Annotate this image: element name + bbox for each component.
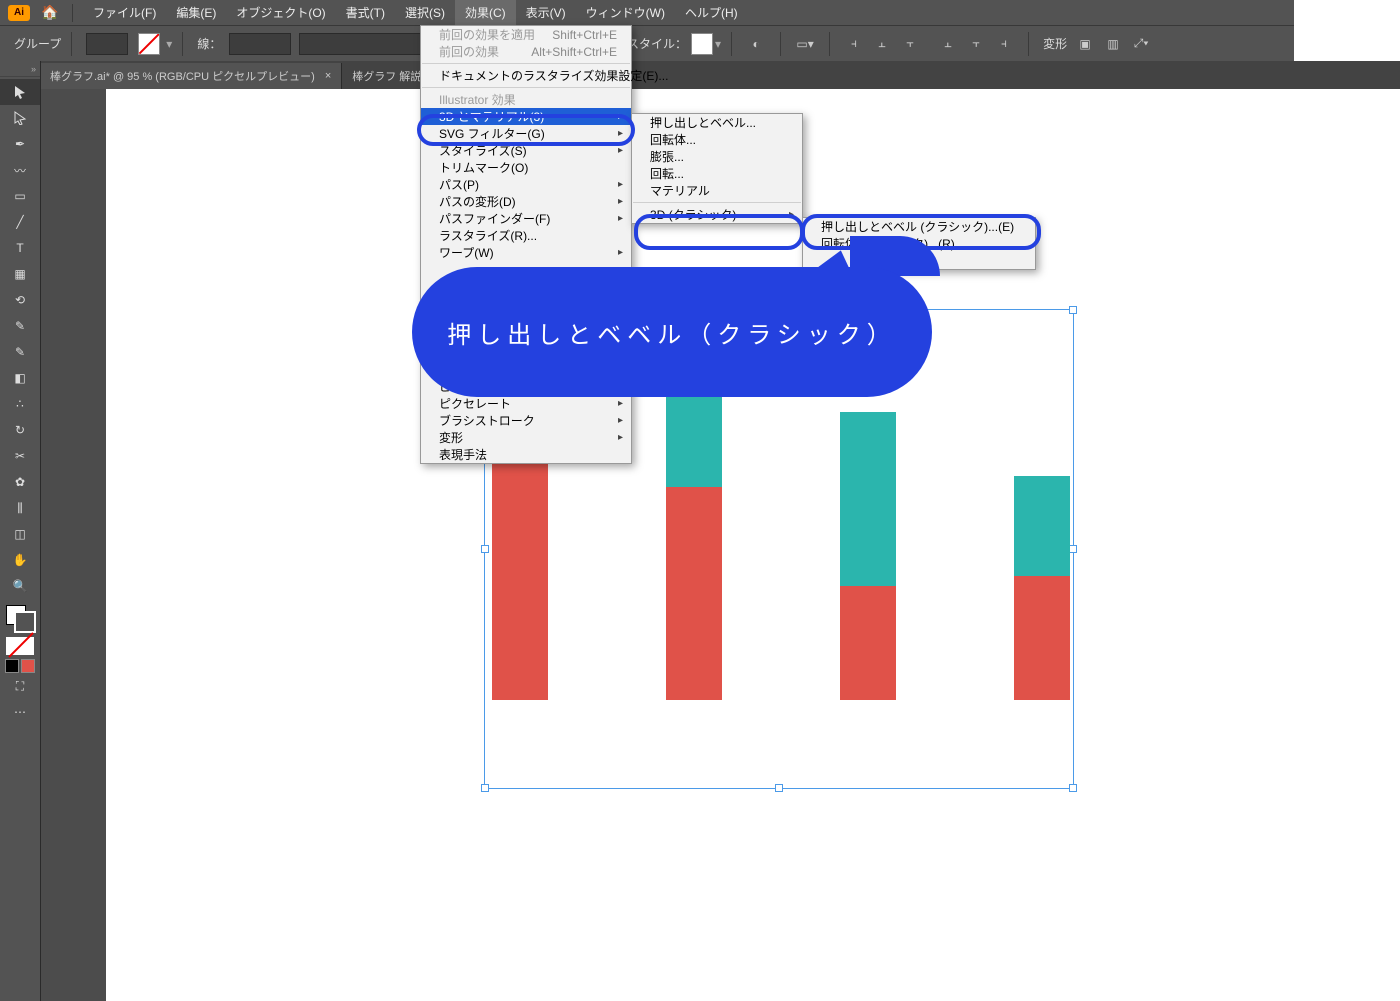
stroke-label: 線：: [197, 35, 221, 52]
mi-apply-last[interactable]: 前回の効果を適用Shift+Ctrl+E: [421, 26, 631, 43]
document-tabs: 棒グラフ.ai* @ 95 % (RGB/CPU ピクセルプレビュー) × 棒グ…: [40, 61, 1400, 89]
align-hcenter-icon[interactable]: ⫠: [868, 30, 896, 58]
shape-builder-tool[interactable]: ◧: [0, 365, 40, 391]
canvas-area: [40, 89, 1294, 1001]
mi-warp[interactable]: ワープ(W): [421, 244, 631, 261]
menu-header-illustrator: Illustrator 効果: [421, 91, 631, 108]
tab-label: 棒グラフ.ai* @ 95 % (RGB/CPU ピクセルプレビュー): [50, 68, 315, 84]
menu-select[interactable]: 選択(S): [395, 0, 455, 25]
mi-rotate[interactable]: 回転...: [632, 165, 802, 182]
swatch-red[interactable]: [21, 659, 35, 673]
type-tool[interactable]: T: [0, 235, 40, 261]
menubar: ファイル(F) 編集(E) オブジェクト(O) 書式(T) 選択(S) 効果(C…: [83, 0, 748, 25]
scissors-tool[interactable]: ✂: [0, 443, 40, 469]
transform-icon-3[interactable]: ⤢▾: [1127, 30, 1155, 58]
effect-menu: 前回の効果を適用Shift+Ctrl+E 前回の効果Alt+Shift+Ctrl…: [420, 25, 632, 464]
style-label: スタイル：: [627, 35, 687, 52]
titlebar: Ai 🏠 ファイル(F) 編集(E) オブジェクト(O) 書式(T) 選択(S)…: [0, 0, 1294, 25]
align-right-icon[interactable]: ⫟: [896, 30, 924, 58]
edit-toolbar[interactable]: ⋯: [0, 699, 40, 725]
direct-selection-tool[interactable]: [0, 105, 40, 131]
slice-tool[interactable]: ◫: [0, 521, 40, 547]
mi-stylize[interactable]: スタイライズ(S): [421, 142, 631, 159]
mi-revolve[interactable]: 回転体...: [632, 131, 802, 148]
mi-material[interactable]: マテリアル: [632, 182, 802, 199]
curvature-tool[interactable]: 〰: [0, 157, 40, 183]
transform-icon-2[interactable]: ▥: [1099, 30, 1127, 58]
menu-effect[interactable]: 効果(C): [455, 0, 516, 25]
align-left-icon[interactable]: ⫞: [840, 30, 868, 58]
rotate2-tool[interactable]: ↻: [0, 417, 40, 443]
mi-distort[interactable]: 変形: [421, 429, 631, 446]
mi-raster-settings[interactable]: ドキュメントのラスタライズ効果設定(E)...: [421, 67, 631, 84]
control-bar: グループ ▾ 線： % > スタイル： ▾ ◐ ▭▾ ⫞ ⫠ ⫟ ⫠ ⫟ ⫞ 変…: [0, 25, 1294, 62]
mi-last[interactable]: 前回の効果Alt+Shift+Ctrl+E: [421, 43, 631, 60]
help-dropdown[interactable]: [86, 33, 128, 55]
mi-3d-material[interactable]: 3D とマテリアル(3): [421, 108, 631, 125]
screen-mode-tool[interactable]: ⛶: [0, 673, 40, 699]
rotate-tool[interactable]: ⟲: [0, 287, 40, 313]
mi-path-deform[interactable]: パスの変形(D): [421, 193, 631, 210]
brush-tool[interactable]: ✎: [0, 313, 40, 339]
stroke-weight-field[interactable]: [229, 33, 291, 55]
blend-tool[interactable]: ∴: [0, 391, 40, 417]
mi-path[interactable]: パス(P): [421, 176, 631, 193]
mi-pathfinder[interactable]: パスファインダー(F): [421, 210, 631, 227]
panel-expand-icon[interactable]: »: [0, 61, 40, 77]
align-vcenter-icon[interactable]: ⫟: [962, 30, 990, 58]
mi-pixelate[interactable]: ピクセレート: [421, 395, 631, 412]
menu-object[interactable]: オブジェクト(O): [226, 0, 335, 25]
recolor-icon[interactable]: ◐: [742, 30, 770, 58]
rectangle-tool[interactable]: ▭: [0, 183, 40, 209]
line-tool[interactable]: ╱: [0, 209, 40, 235]
align-icon-1[interactable]: ▭▾: [791, 30, 819, 58]
mi-svg-filter[interactable]: SVG フィルター(G): [421, 125, 631, 142]
align-top-icon[interactable]: ⫠: [934, 30, 962, 58]
menu-window[interactable]: ウィンドウ(W): [576, 0, 675, 25]
menu-format[interactable]: 書式(T): [336, 0, 395, 25]
hand-tool[interactable]: ✋: [0, 547, 40, 573]
mi-extrude-bevel[interactable]: 押し出しとベベル...: [632, 114, 802, 131]
menu-help[interactable]: ヘルプ(H): [675, 0, 748, 25]
swatch-black[interactable]: [5, 659, 19, 673]
selection-tool[interactable]: [0, 79, 40, 105]
mi-3d-classic[interactable]: 3D (クラシック): [632, 206, 802, 223]
align-bottom-icon[interactable]: ⫞: [990, 30, 1018, 58]
fill-swatch[interactable]: [138, 33, 160, 55]
menu-edit[interactable]: 編集(E): [166, 0, 226, 25]
mi-inflate[interactable]: 膨張...: [632, 148, 802, 165]
artboard-canvas[interactable]: [106, 89, 1294, 1001]
mi-brushstroke[interactable]: ブラシストローク: [421, 412, 631, 429]
selection-type-label: グループ: [14, 35, 61, 52]
spray-tool[interactable]: ✿: [0, 469, 40, 495]
chart-bar-3[interactable]: [840, 412, 896, 700]
app-logo-icon[interactable]: Ai: [8, 5, 30, 21]
mi-extrude-bevel-classic[interactable]: 押し出しとベベル (クラシック)...(E): [803, 218, 1035, 235]
fill-stroke-swatches[interactable]: [0, 605, 40, 673]
graph-tool[interactable]: ⫼: [0, 495, 40, 521]
default-fill-icon[interactable]: [6, 637, 34, 655]
chart-bar-4[interactable]: [1014, 476, 1070, 700]
annotation-callout: 押し出しとベベル（クラシック）: [412, 267, 932, 397]
mi-trimmark[interactable]: トリムマーク(O): [421, 159, 631, 176]
pen-tool[interactable]: ✒: [0, 131, 40, 157]
mi-rasterize[interactable]: ラスタライズ(R)...: [421, 227, 631, 244]
menu-file[interactable]: ファイル(F): [83, 0, 166, 25]
eyedropper-tool[interactable]: ✎: [0, 339, 40, 365]
tool-panel: » ✒ 〰 ▭ ╱ T ▦ ⟲ ✎ ✎ ◧ ∴ ↻ ✂ ✿ ⫼ ◫ ✋ 🔍: [0, 61, 41, 1001]
style-swatch[interactable]: [691, 33, 713, 55]
submenu-3d-material: 押し出しとベベル... 回転体... 膨張... 回転... マテリアル 3D …: [631, 113, 803, 224]
zoom-tool[interactable]: 🔍: [0, 573, 40, 599]
transform-icon-1[interactable]: ▣: [1071, 30, 1099, 58]
annotation-callout-text: 押し出しとベベル（クラシック）: [447, 315, 897, 350]
close-icon[interactable]: ×: [325, 70, 331, 82]
tab-document-1[interactable]: 棒グラフ.ai* @ 95 % (RGB/CPU ピクセルプレビュー) ×: [40, 63, 342, 89]
home-icon[interactable]: 🏠: [38, 0, 62, 25]
free-transform-tool[interactable]: ▦: [0, 261, 40, 287]
transform-label: 変形: [1043, 35, 1067, 52]
menu-view[interactable]: 表示(V): [516, 0, 576, 25]
mi-expression[interactable]: 表現手法: [421, 446, 631, 463]
